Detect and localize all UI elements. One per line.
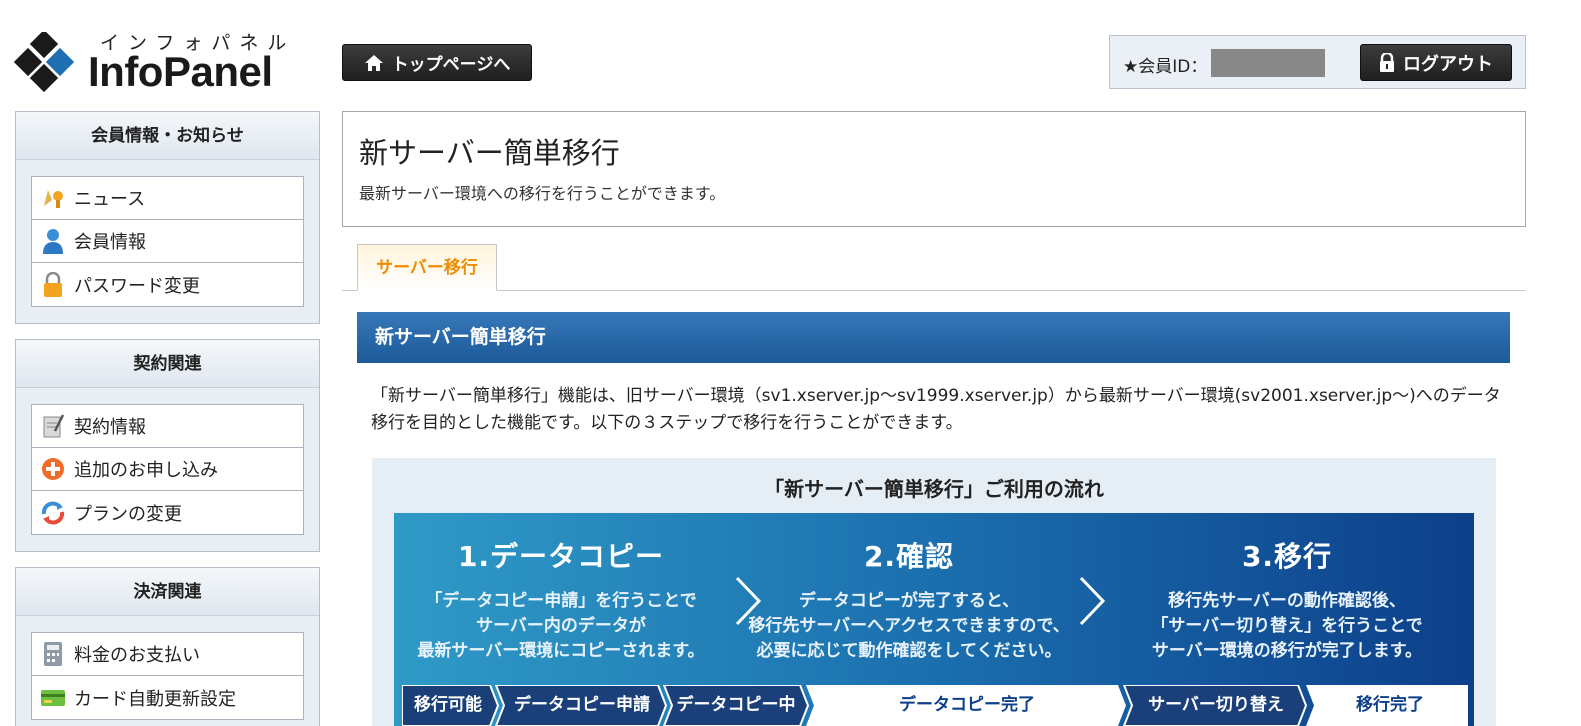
infopanel-logo[interactable]: インフォパネル InfoPanel	[14, 28, 304, 98]
sidebar-item-plan-change[interactable]: プランの変更	[32, 491, 303, 534]
step-title: 1.データコピー	[457, 540, 665, 573]
sidebar-list: ニュース 会員情報 パスワード変更	[31, 176, 304, 307]
sidebar-item-label: 会員情報	[74, 232, 146, 253]
sidebar-panel-member: 会員情報・お知らせ ニュース 会員情報 パスワード変更	[15, 111, 320, 324]
logo-wordmark: InfoPanel	[88, 48, 273, 95]
card-icon	[40, 685, 66, 711]
page-title: 新サーバー簡単移行	[359, 136, 620, 170]
flow-step-2: 2.確認 データコピーが完了すると、 移行先サーバーへアクセスできますので、 必…	[744, 535, 1074, 664]
status-copying: データコピー中	[676, 695, 796, 715]
sidebar-list: 料金のお支払い カード自動更新設定	[31, 632, 304, 720]
sidebar-item-news[interactable]: ニュース	[32, 177, 303, 220]
sidebar-item-contract-info[interactable]: 契約情報	[32, 405, 303, 448]
member-id-redacted	[1211, 49, 1325, 77]
status-server-switch: サーバー切り替え	[1148, 695, 1284, 715]
user-icon	[40, 228, 66, 254]
status-copy-complete: データコピー完了	[899, 695, 1035, 715]
flow-step-3: 3.移行 移行先サーバーの動作確認後、 「サーバー切り替え」を行うことで サーバ…	[1122, 535, 1452, 664]
member-id-label: ★会員ID：	[1123, 57, 1208, 77]
add-icon	[40, 456, 66, 482]
logout-label: ログアウト	[1403, 53, 1493, 75]
status-copy-request: データコピー申請	[514, 695, 650, 715]
step-description: データコピーが完了すると、 移行先サーバーへアクセスできますので、 必要に応じて…	[744, 589, 1074, 664]
news-icon	[40, 185, 66, 211]
step-description: 移行先サーバーの動作確認後、 「サーバー切り替え」を行うことで サーバー環境の移…	[1122, 589, 1452, 664]
step-line: サーバー環境の移行が完了します。	[1151, 641, 1423, 661]
step-line: 「サーバー切り替え」を行うことで	[1151, 616, 1423, 636]
section-title: 新サーバー簡単移行	[357, 312, 1510, 363]
step-line: 必要に応じて動作確認をしてください。	[756, 641, 1062, 661]
step-line: サーバー内のデータが	[476, 616, 646, 636]
top-page-label: トップページへ	[391, 55, 511, 75]
step-line: 移行先サーバーの動作確認後、	[1168, 591, 1406, 611]
step-title: 2.確認	[863, 540, 955, 573]
sidebar-item-label: ニュース	[74, 189, 146, 210]
home-icon	[364, 54, 383, 71]
sidebar-item-label: 契約情報	[74, 417, 146, 438]
sidebar-item-additional-order[interactable]: 追加のお申し込み	[32, 448, 303, 491]
step-line: 「データコピー申請」を行うことで	[425, 591, 697, 611]
tab-underline	[342, 290, 1526, 291]
migration-flow-figure: 「新サーバー簡単移行」ご利用の流れ 1.データコピー 「データコピー申請」を行う…	[372, 458, 1496, 726]
calculator-icon	[40, 641, 66, 667]
step-line: 移行先サーバーへアクセスできますので、	[748, 616, 1070, 636]
sidebar-item-label: 料金のお支払い	[74, 645, 200, 666]
flow-steps-panel: 1.データコピー 「データコピー申請」を行うことで サーバー内のデータが 最新サ…	[394, 513, 1474, 726]
flow-title: 「新サーバー簡単移行」ご利用の流れ	[764, 477, 1104, 501]
sidebar-list: 契約情報 追加のお申し込み プランの変更	[31, 404, 304, 535]
logo-diamond-icon	[14, 32, 75, 93]
status-progress-bar: 移行可能 データコピー申請 データコピー中 データコピー完了 サーバー切り替え …	[402, 685, 1468, 726]
sidebar-panel-contract: 契約関連 契約情報 追加のお申し込み プランの変更	[15, 339, 320, 552]
refresh-icon	[40, 500, 66, 526]
sidebar-panel-payment: 決済関連 料金のお支払い カード自動更新設定	[15, 567, 320, 726]
top-page-button[interactable]: トップページへ	[342, 44, 532, 81]
sidebar-item-payment[interactable]: 料金のお支払い	[32, 633, 303, 676]
status-available: 移行可能	[414, 695, 482, 715]
status-migration-complete: 移行完了	[1356, 695, 1424, 715]
step-title: 3.移行	[1241, 540, 1333, 573]
chevron-right-icon	[1079, 576, 1106, 626]
step-line: 最新サーバー環境にコピーされます。	[417, 641, 705, 661]
sidebar-item-member-info[interactable]: 会員情報	[32, 220, 303, 263]
sidebar-item-label: 追加のお申し込み	[74, 460, 218, 481]
sidebar-panel-title: 会員情報・お知らせ	[16, 112, 319, 160]
sidebar-item-label: パスワード変更	[74, 275, 200, 297]
step-description: 「データコピー申請」を行うことで サーバー内のデータが 最新サーバー環境にコピー…	[396, 589, 726, 664]
lock-icon	[40, 271, 66, 298]
flow-step-1: 1.データコピー 「データコピー申請」を行うことで サーバー内のデータが 最新サ…	[396, 535, 726, 664]
sidebar-item-label: カード自動更新設定	[74, 688, 236, 710]
intro-text: 「新サーバー簡単移行」機能は、旧サーバー環境（sv1.xserver.jp～sv…	[371, 386, 1501, 433]
page-header: 新サーバー簡単移行 最新サーバー環境への移行を行うことができます。	[342, 111, 1526, 227]
tab-server-migration[interactable]: サーバー移行	[357, 244, 497, 291]
padlock-icon	[1380, 52, 1394, 72]
sidebar-panel-title: 契約関連	[16, 340, 319, 388]
logout-button[interactable]: ログアウト	[1360, 44, 1512, 81]
sidebar-item-label: プランの変更	[74, 503, 182, 525]
page-description: 最新サーバー環境への移行を行うことができます。	[359, 184, 726, 203]
sidebar-item-password[interactable]: パスワード変更	[32, 263, 303, 306]
contract-icon	[40, 413, 66, 439]
step-line: データコピーが完了すると、	[798, 591, 1020, 611]
sidebar-item-card-auto-renewal[interactable]: カード自動更新設定	[32, 676, 303, 719]
sidebar-panel-title: 決済関連	[16, 568, 319, 616]
